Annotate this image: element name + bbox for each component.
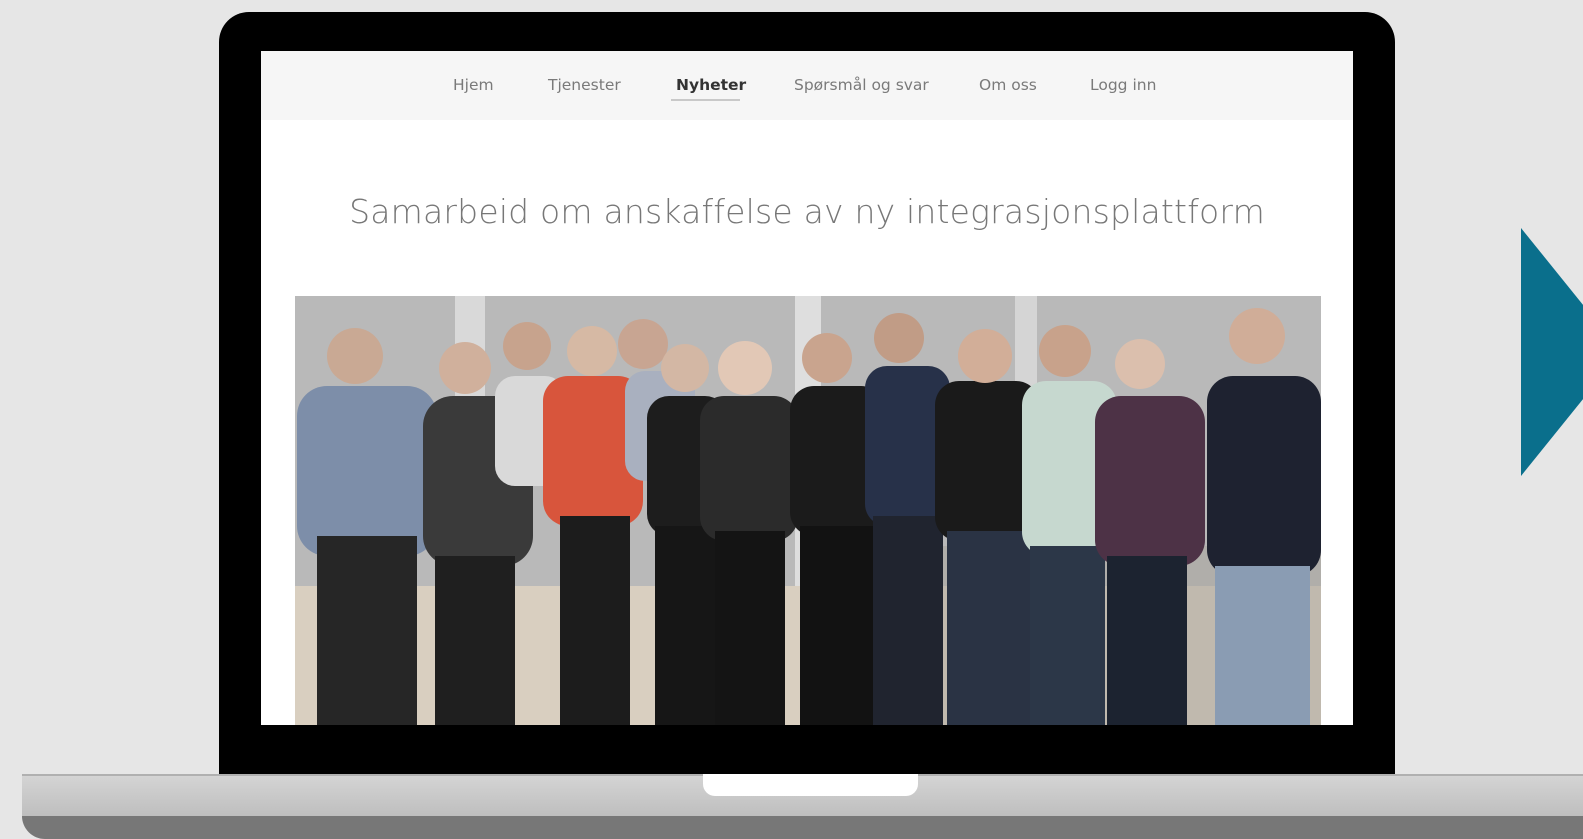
nav-item-tjenester[interactable]: Tjenester: [548, 75, 621, 95]
nav-item-hjem[interactable]: Hjem: [453, 75, 494, 95]
nav-item-logg-inn[interactable]: Logg inn: [1090, 75, 1156, 95]
article-title: Samarbeid om anskaffelse av ny integrasj…: [349, 192, 1265, 231]
top-navigation: Hjem Tjenester Nyheter Spørsmål og svar …: [261, 51, 1353, 120]
active-tab-indicator: [671, 99, 740, 101]
laptop-base-shadow: [22, 816, 1583, 839]
nav-item-om-oss[interactable]: Om oss: [979, 75, 1037, 95]
next-slide-arrow[interactable]: [1521, 228, 1583, 476]
laptop-screen: Hjem Tjenester Nyheter Spørsmål og svar …: [261, 51, 1353, 725]
nav-item-sporsmal-og-svar[interactable]: Spørsmål og svar: [794, 75, 929, 95]
group-photo: [295, 296, 1321, 725]
group-photo-illustration: [295, 296, 1321, 725]
laptop-notch: [703, 774, 918, 796]
nav-item-nyheter[interactable]: Nyheter: [676, 75, 746, 95]
